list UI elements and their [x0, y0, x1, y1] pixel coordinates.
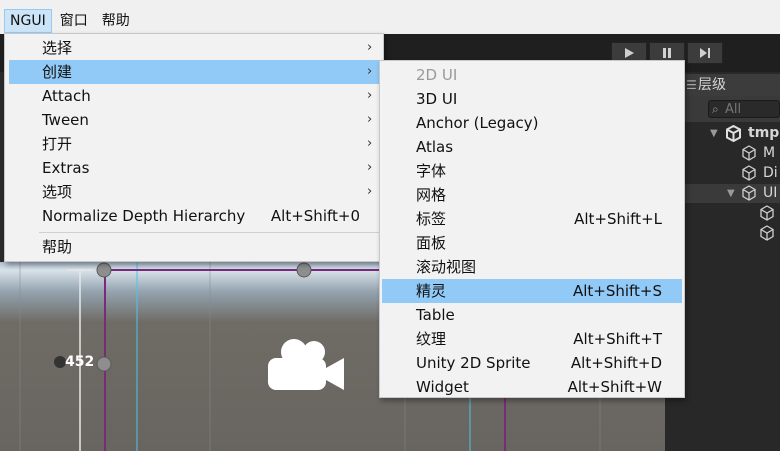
submenu-item-grid[interactable]: 网格 — [382, 183, 682, 207]
menu-item-create[interactable]: 创建 › — [9, 60, 379, 84]
step-button[interactable] — [687, 42, 723, 64]
submenu-arrow-icon: › — [367, 136, 373, 151]
submenu-item-label: 精灵 — [416, 282, 447, 300]
submenu-arrow-icon: › — [367, 112, 373, 127]
hierarchy-tab-label: 层级 — [698, 77, 726, 93]
submenu-arrow-icon: › — [367, 40, 373, 55]
hierarchy-row-label: Di — [763, 165, 778, 181]
submenu-item-unity-2d-sprite[interactable]: Unity 2D Sprite Alt+Shift+D — [382, 351, 682, 375]
menu-item-label: Tween — [42, 111, 89, 129]
menu-separator — [39, 232, 379, 233]
gameobject-icon — [742, 185, 756, 201]
submenu-item-shortcut: Alt+Shift+W — [567, 378, 662, 396]
camera-gizmo-icon — [268, 339, 344, 390]
gameobject-icon — [760, 205, 774, 221]
submenu-item-widget[interactable]: Widget Alt+Shift+W — [382, 375, 682, 399]
ruler-value-label: 452 — [65, 354, 95, 370]
pause-icon — [663, 48, 671, 58]
menubar-window[interactable]: 窗口 — [54, 9, 94, 33]
menu-bar: NGUI 窗口 帮助 — [0, 8, 780, 34]
hierarchy-search: ⌕ — [708, 100, 780, 118]
submenu-arrow-icon: › — [367, 184, 373, 199]
submenu-item-table[interactable]: Table — [382, 303, 682, 327]
menu-item-label: 选项 — [42, 183, 73, 201]
submenu-item-scroll-view[interactable]: 滚动视图 — [382, 255, 682, 279]
menu-item-label: 打开 — [42, 135, 73, 153]
submenu-arrow-icon: › — [367, 88, 373, 103]
submenu-item-3d-ui[interactable]: 3D UI — [382, 87, 682, 111]
submenu-item-label-widget[interactable]: 标签 Alt+Shift+L — [382, 207, 682, 231]
submenu-item-texture[interactable]: 纹理 Alt+Shift+T — [382, 327, 682, 351]
menu-item-normalize-depth[interactable]: Normalize Depth Hierarchy Alt+Shift+0 — [9, 204, 379, 228]
submenu-item-font[interactable]: 字体 — [382, 159, 682, 183]
submenu-item-label: Table — [416, 306, 455, 324]
menu-item-label: 帮助 — [42, 238, 73, 256]
expand-arrow-icon[interactable]: ▼ — [710, 124, 718, 143]
play-icon — [625, 48, 634, 58]
submenu-item-label: Widget — [416, 378, 469, 396]
submenu-item-label: 纹理 — [416, 330, 447, 348]
submenu-item-shortcut: Alt+Shift+D — [570, 354, 662, 372]
menu-item-shortcut: Alt+Shift+0 — [270, 207, 360, 225]
menu-item-options[interactable]: 选项 › — [9, 180, 379, 204]
submenu-item-shortcut: Alt+Shift+S — [572, 282, 662, 300]
menu-item-label: Normalize Depth Hierarchy — [42, 207, 246, 225]
hierarchy-tab[interactable]: ☰ 层级 — [684, 74, 780, 96]
menu-item-label: Extras — [42, 159, 90, 177]
submenu-arrow-icon: › — [367, 160, 373, 175]
menu-item-label: Attach — [42, 87, 91, 105]
submenu-item-anchor-legacy[interactable]: Anchor (Legacy) — [382, 111, 682, 135]
ngui-dropdown-menu: 选择 › 创建 › Attach › Tween › 打开 › Extras ›… — [4, 33, 384, 262]
submenu-item-label: Atlas — [416, 138, 454, 156]
hierarchy-row-label: UI — [763, 185, 778, 201]
submenu-item-shortcut: Alt+Shift+L — [574, 210, 662, 228]
menu-item-tween[interactable]: Tween › — [9, 108, 379, 132]
menu-item-help[interactable]: 帮助 — [9, 235, 379, 259]
step-icon — [700, 48, 710, 58]
hierarchy-row-label: M — [763, 145, 776, 161]
gameobject-icon — [760, 225, 774, 241]
menu-item-select[interactable]: 选择 › — [9, 36, 379, 60]
submenu-arrow-icon: › — [367, 64, 373, 79]
submenu-item-label: 字体 — [416, 162, 447, 180]
hierarchy-search-input[interactable] — [725, 101, 779, 117]
submenu-item-label: 面板 — [416, 234, 447, 252]
submenu-item-label: 网格 — [416, 186, 447, 204]
submenu-item-label: Unity 2D Sprite — [416, 354, 531, 372]
submenu-item-atlas[interactable]: Atlas — [382, 135, 682, 159]
submenu-item-label: 滚动视图 — [416, 258, 477, 276]
submenu-item-sprite[interactable]: 精灵 Alt+Shift+S — [382, 279, 682, 303]
gameobject-icon — [742, 165, 756, 181]
menubar-help[interactable]: 帮助 — [96, 9, 136, 33]
create-submenu: 2D UI 3D UI Anchor (Legacy) Atlas 字体 网格 … — [379, 60, 685, 398]
submenu-item-label: 2D UI — [416, 66, 458, 84]
menu-item-extras[interactable]: Extras › — [9, 156, 379, 180]
submenu-item-panel[interactable]: 面板 — [382, 231, 682, 255]
submenu-item-label: 标签 — [416, 210, 447, 228]
menu-item-attach[interactable]: Attach › — [9, 84, 379, 108]
menu-item-label: 选择 — [42, 39, 73, 57]
window-top-strip — [0, 0, 780, 8]
submenu-item-label: 3D UI — [416, 90, 458, 108]
submenu-item-2d-ui: 2D UI — [382, 63, 682, 87]
scene-icon — [726, 125, 741, 142]
menubar-ngui[interactable]: NGUI — [4, 9, 52, 33]
submenu-item-shortcut: Alt+Shift+T — [573, 330, 662, 348]
search-icon: ⌕ — [712, 102, 719, 116]
hierarchy-row-label: tmp — [748, 125, 780, 141]
gameobject-icon — [742, 145, 756, 161]
expand-arrow-icon[interactable]: ▼ — [727, 184, 735, 203]
menu-item-label: 创建 — [42, 63, 73, 81]
submenu-item-label: Anchor (Legacy) — [416, 114, 539, 132]
list-icon: ☰ — [686, 78, 697, 92]
menu-item-open[interactable]: 打开 › — [9, 132, 379, 156]
